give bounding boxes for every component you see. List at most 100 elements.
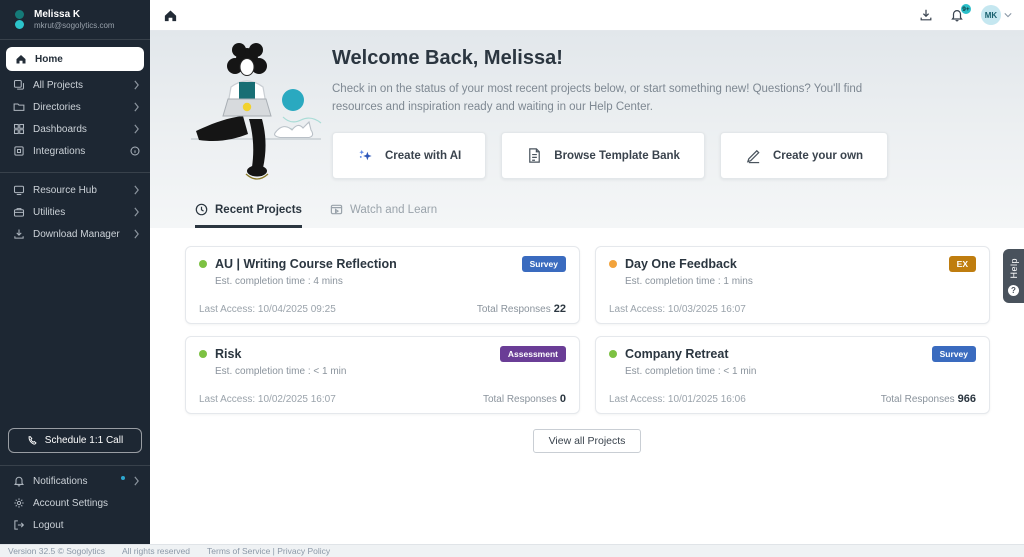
status-dot <box>609 260 617 268</box>
chevron-right-icon <box>133 102 140 112</box>
user-name: Melissa K <box>34 8 115 21</box>
briefcase-icon <box>13 206 25 218</box>
notifications-button[interactable]: 9+ <box>950 8 964 22</box>
browse-template-bank-button[interactable]: Browse Template Bank <box>501 132 705 179</box>
divider <box>0 172 150 173</box>
action-label: Create with AI <box>385 150 461 162</box>
total-responses: Total Responses0 <box>483 393 566 405</box>
project-card[interactable]: Company Retreat Survey Est. completion t… <box>595 336 990 414</box>
total-responses: Total Responses966 <box>881 393 976 405</box>
tab-recent-projects[interactable]: Recent Projects <box>195 203 302 228</box>
pencil-icon <box>745 147 762 164</box>
notification-badge: 9+ <box>960 3 972 15</box>
project-type-badge: EX <box>949 256 976 272</box>
action-label: Browse Template Bank <box>554 150 680 162</box>
project-title: Company Retreat <box>625 347 924 361</box>
sidebar-item-label: All Projects <box>33 80 125 91</box>
topbar-home-button[interactable] <box>163 8 178 23</box>
footer-bar: Version 32.5 © Sogolytics All rights res… <box>0 544 1024 557</box>
tab-watch-and-learn[interactable]: Watch and Learn <box>330 203 437 228</box>
sidebar-item-label: Utilities <box>33 207 125 218</box>
sidebar-item-label: Directories <box>33 102 125 113</box>
info-icon[interactable] <box>130 146 140 156</box>
total-responses <box>973 303 976 315</box>
welcome-illustration <box>183 37 325 187</box>
sidebar: Melissa K mkrut@sogolytics.com Home All … <box>0 0 150 544</box>
main-content: Welcome Back, Melissa! Check in on the s… <box>150 31 1024 544</box>
sidebar-item-logout[interactable]: Logout <box>0 514 150 536</box>
download-tray-icon <box>919 8 933 22</box>
phone-icon <box>27 435 38 446</box>
project-card[interactable]: AU | Writing Course Reflection Survey Es… <box>185 246 580 324</box>
user-block[interactable]: Melissa K mkrut@sogolytics.com <box>0 0 150 39</box>
legal-links[interactable]: Terms of Service | Privacy Policy <box>207 546 330 556</box>
create-your-own-button[interactable]: Create your own <box>720 132 888 179</box>
sparkles-icon <box>357 147 374 164</box>
unread-dot <box>121 476 125 480</box>
project-card[interactable]: Risk Assessment Est. completion time : <… <box>185 336 580 414</box>
rights-text: All rights reserved <box>122 546 190 556</box>
responses-label: Total Responses <box>477 304 551 315</box>
responses-label: Total Responses <box>483 394 557 405</box>
bell-icon <box>13 475 25 487</box>
completion-time: Est. completion time : 1 mins <box>625 276 976 287</box>
document-icon <box>526 147 543 164</box>
home-icon <box>15 53 27 65</box>
chevron-right-icon <box>133 207 140 217</box>
chevron-right-icon <box>133 80 140 90</box>
project-type-badge: Assessment <box>500 346 566 362</box>
sidebar-item-label: Account Settings <box>33 498 140 509</box>
schedule-call-button[interactable]: Schedule 1:1 Call <box>8 428 142 453</box>
chevron-down-icon <box>1004 11 1012 19</box>
welcome-title: Welcome Back, Melissa! <box>332 47 902 70</box>
download-manager-button[interactable] <box>919 8 933 22</box>
sidebar-item-home[interactable]: Home <box>6 47 144 71</box>
user-email: mkrut@sogolytics.com <box>34 21 115 30</box>
version-text: Version 32.5 © Sogolytics <box>8 546 105 556</box>
sidebar-item-label: Notifications <box>33 476 117 487</box>
status-dot <box>199 350 207 358</box>
project-type-badge: Survey <box>932 346 976 362</box>
gear-icon <box>13 497 25 509</box>
sidebar-item-label: Download Manager <box>33 229 125 240</box>
last-access: Last Access: 10/04/2025 09:25 <box>199 304 336 315</box>
chevron-right-icon <box>133 185 140 195</box>
resource-hub-icon <box>13 184 25 196</box>
folder-icon <box>13 101 25 113</box>
avatar: MK <box>981 5 1001 25</box>
sidebar-item-all-projects[interactable]: All Projects <box>0 74 150 96</box>
sidebar-item-label: Logout <box>33 520 140 531</box>
project-type-badge: Survey <box>522 256 566 272</box>
last-access: Last Access: 10/01/2025 16:06 <box>609 394 746 405</box>
account-menu-button[interactable]: MK <box>981 5 1012 25</box>
tabs: Recent Projects Watch and Learn <box>195 203 437 228</box>
completion-time: Est. completion time : < 1 min <box>625 366 976 377</box>
project-title: AU | Writing Course Reflection <box>215 257 514 271</box>
sidebar-item-notifications[interactable]: Notifications <box>0 470 150 492</box>
responses-count: 0 <box>560 393 566 405</box>
sidebar-item-integrations[interactable]: Integrations <box>0 140 150 162</box>
chevron-right-icon <box>133 124 140 134</box>
welcome-subtitle: Check in on the status of your most rece… <box>332 80 902 117</box>
sidebar-item-label: Integrations <box>33 146 122 157</box>
sidebar-item-dashboards[interactable]: Dashboards <box>0 118 150 140</box>
sidebar-item-account-settings[interactable]: Account Settings <box>0 492 150 514</box>
sidebar-item-resource-hub[interactable]: Resource Hub <box>0 179 150 201</box>
last-access: Last Access: 10/03/2025 16:07 <box>609 304 746 315</box>
project-card[interactable]: Day One Feedback EX Est. completion time… <box>595 246 990 324</box>
create-with-ai-button[interactable]: Create with AI <box>332 132 486 179</box>
view-all-projects-button[interactable]: View all Projects <box>533 429 642 453</box>
divider <box>0 465 150 466</box>
sidebar-item-label: Dashboards <box>33 124 125 135</box>
responses-count: 966 <box>958 393 976 405</box>
tab-label: Watch and Learn <box>350 204 437 216</box>
download-icon <box>13 228 25 240</box>
sidebar-item-download-manager[interactable]: Download Manager <box>0 223 150 245</box>
sidebar-item-directories[interactable]: Directories <box>0 96 150 118</box>
sidebar-item-label: Resource Hub <box>33 185 125 196</box>
divider <box>0 39 150 40</box>
action-label: Create your own <box>773 150 863 162</box>
help-tab[interactable]: Help <box>1003 249 1024 303</box>
sidebar-item-utilities[interactable]: Utilities <box>0 201 150 223</box>
brand-avatar-icon <box>12 10 26 29</box>
